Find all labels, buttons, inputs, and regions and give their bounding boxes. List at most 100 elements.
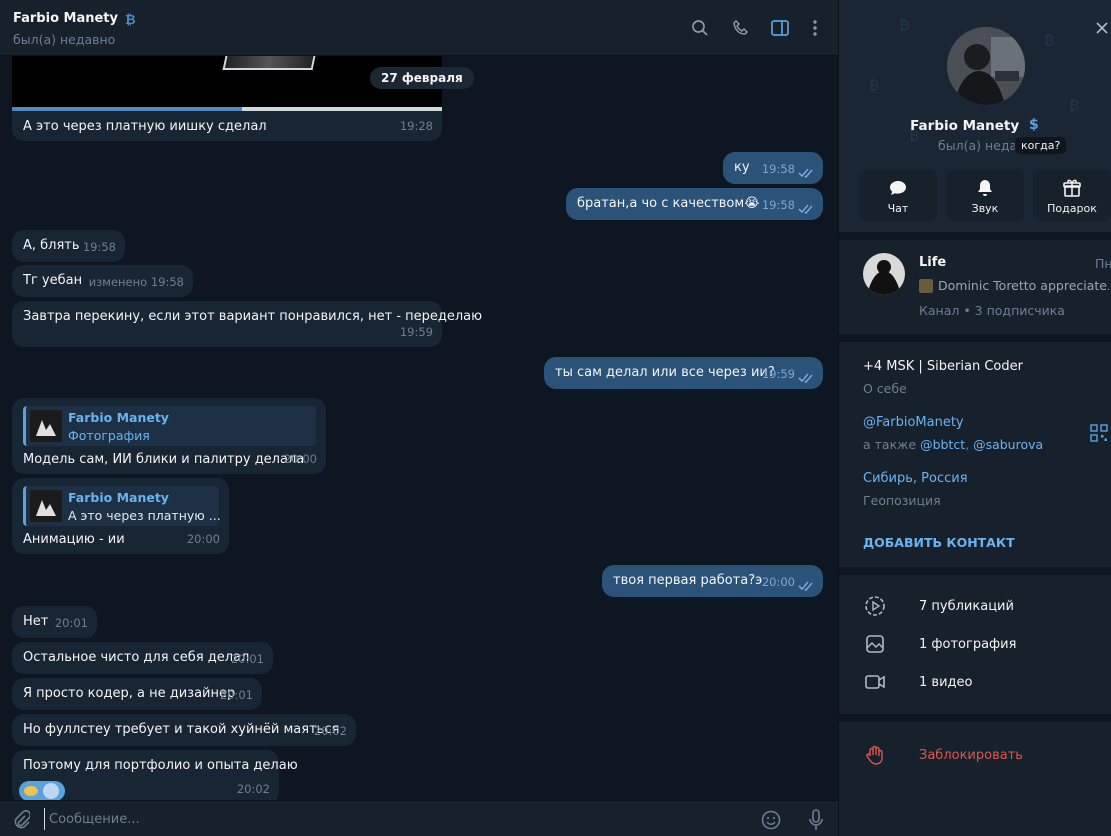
read-checkmarks-icon [798,204,813,214]
reply-preview: Фотография [68,428,150,443]
message-outgoing[interactable]: ты сам делал или все через ии? 19:59 [544,357,823,389]
read-checkmarks-icon [798,581,813,591]
message-text: Модель сам, ИИ блики и палитру делала [23,452,305,467]
gift-icon [1063,179,1081,197]
svg-text:$: $ [1029,117,1039,132]
message-time: 19:58 [82,240,116,254]
more-menu-button[interactable] [803,16,827,40]
add-contact-button[interactable]: ДОБАВИТЬ КОНТАКТ [863,535,1015,550]
gift-label: Подарок [1047,202,1097,215]
location-label: Геопозиция [863,493,941,508]
chat-title[interactable]: Farbio Manety ₿ [13,11,137,26]
channel-avatar-icon [863,253,905,295]
message-incoming-reply[interactable]: Farbio Manety А это через платную ... Ан… [12,478,229,554]
also-prefix: а также [863,437,917,452]
message-time: 20:00 [761,575,795,589]
open-chat-button[interactable]: Чат [859,169,937,221]
svg-text:₿: ₿ [899,18,909,34]
media-artwork [222,56,316,70]
svg-text:₿: ₿ [1044,33,1054,49]
message-text: Поэтому для портфолио и опыта делаю [23,758,298,773]
read-checkmarks-icon [798,168,813,178]
thumbnail-art-icon [30,490,62,522]
media-photos-row[interactable]: 1 фотография [839,628,1111,662]
message-incoming[interactable]: А, блять 19:58 [12,230,125,262]
message-incoming[interactable]: Я просто кодер, а не дизайнер 20:01 [12,678,262,710]
reply-quote[interactable]: Farbio Manety Фотография [23,406,316,446]
sound-label: Звук [971,202,999,215]
message-outgoing[interactable]: братан,а чо с качеством😭 19:58 [566,188,823,220]
message-text: ку [734,160,750,175]
message-outgoing[interactable]: ку 19:58 [723,152,823,184]
reaction-handshake-icon[interactable] [19,781,65,801]
reply-quote[interactable]: Farbio Manety А это через платную ... [23,486,221,526]
stories-icon [865,596,885,616]
message-incoming[interactable]: Завтра перекину, если этот вариант понра… [12,301,482,347]
paperclip-icon [14,810,30,829]
message-text: А, блять [23,238,80,253]
block-user-button[interactable]: Заблокировать [839,736,1111,776]
message-time: 20:02 [236,782,270,796]
emoji-button[interactable] [760,809,782,831]
avatar-photo-icon [947,27,1025,105]
qr-code-button[interactable] [1090,424,1108,442]
message-incoming[interactable]: Остальное чисто для себя делал 20:01 [12,642,273,674]
divider [839,232,1111,240]
chat-header: Farbio Manety ₿ был(а) недавно [0,0,838,56]
contact-name: Farbio Manety [13,11,118,26]
close-panel-button[interactable] [1094,20,1110,36]
svg-text:₿: ₿ [1069,98,1079,114]
sound-button[interactable]: Звук [946,169,1024,221]
message-text: Остальное чисто для себя делал [23,650,250,665]
message-text: ты сам делал или все через ии? [555,365,775,380]
also-separator: , [965,437,970,452]
emoji: 😭 [744,196,760,211]
divider [839,334,1111,342]
channel-preview-text: Dominic Toretto appreciate... [938,278,1109,293]
media-videos-row[interactable]: 1 видео [839,666,1111,700]
message-incoming[interactable]: Поэтому для портфолио и опыта делаю 20:0… [12,750,298,804]
attach-button[interactable] [10,809,32,831]
reply-author: Farbio Manety [68,410,169,425]
search-button[interactable] [688,16,712,40]
avatar[interactable] [947,27,1025,105]
close-icon [1096,22,1108,34]
message-time: 19:59 [761,367,795,381]
photos-count: 1 фотография [919,637,1017,652]
username-link[interactable]: @bbtct [920,437,965,452]
dollar-badge-icon: $ [1029,117,1039,133]
personal-channel[interactable]: Life Пн Dominic Toretto appreciate... Ка… [839,240,1111,334]
search-icon [692,20,708,36]
message-incoming[interactable]: Тг уебан изменено 19:58 [12,265,193,297]
posts-count: 7 публикаций [919,599,1014,614]
reply-thumbnail [30,410,62,442]
voice-record-button[interactable] [805,809,827,831]
open-chat-label: Чат [887,202,909,215]
message-time: 19:28 [399,119,433,133]
location-link[interactable]: Сибирь, Россия [863,471,968,486]
photo-icon [866,635,884,653]
channel-title: Life [919,255,947,270]
channel-meta: Канал • 3 подписчика [919,303,1065,318]
message-text: Нет [23,614,49,629]
chat-bubble-icon [890,181,906,195]
message-incoming[interactable]: А это через платную иишку сделал 19:28 [12,111,442,141]
date-separator: 27 февраля [370,67,474,89]
message-incoming[interactable]: Но фуллстеу требует и такой хуйнёй маять… [12,714,356,746]
message-incoming[interactable]: Нет 20:01 [12,606,97,638]
username-link[interactable]: @saburova [973,437,1043,452]
message-outgoing[interactable]: твоя первая работа?э 20:00 [602,565,823,597]
sidebar-toggle-icon [771,20,789,36]
message-text: братан,а чо с качеством [577,196,745,211]
call-button[interactable] [729,16,753,40]
username-link[interactable]: @FarbioManety [863,415,964,430]
preview-thumbnail [919,278,933,293]
media-posts-row[interactable]: 7 публикаций [839,590,1111,624]
message-time: изменено 19:58 [88,275,184,289]
message-input[interactable] [44,808,684,830]
message-incoming-reply[interactable]: Farbio Manety Фотография Модель сам, ИИ … [12,398,326,474]
channel-preview: Dominic Toretto appreciate... [919,278,1109,293]
gift-button[interactable]: Подарок [1033,169,1111,221]
toggle-profile-panel-button[interactable] [768,16,792,40]
message-text: Анимацию - ии [23,532,125,547]
